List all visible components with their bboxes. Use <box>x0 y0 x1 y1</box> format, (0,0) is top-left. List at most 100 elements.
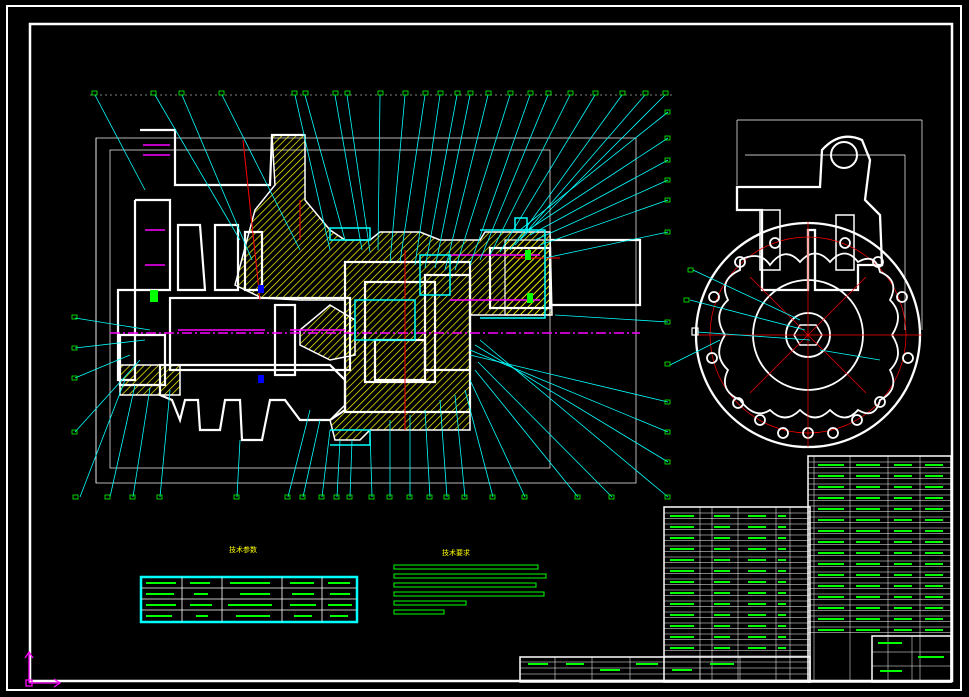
table-cell-text <box>856 607 880 609</box>
table-cell-text <box>778 581 786 583</box>
table-cell-text <box>670 570 694 572</box>
table-cell-text <box>778 625 786 627</box>
table-cell-text <box>778 647 786 649</box>
table-cell-text <box>818 530 844 532</box>
table-cell-text <box>748 592 766 594</box>
table-cell-text <box>818 541 844 543</box>
table-cell-text <box>856 629 880 631</box>
table-cell-text <box>894 552 912 554</box>
table-cell-text <box>856 596 880 598</box>
table-cell-text <box>925 607 943 609</box>
table-cell-text <box>818 464 844 466</box>
table-cell-text <box>925 486 943 488</box>
table-cell-text <box>894 497 912 499</box>
table-cell-text <box>894 629 912 631</box>
table-cell-text <box>818 585 844 587</box>
table-cell-text <box>856 530 880 532</box>
table-cell-text <box>818 607 844 609</box>
table-cell-text <box>672 669 692 671</box>
table-cell-text <box>778 515 786 517</box>
table-cell-text <box>925 519 943 521</box>
table-cell-text <box>670 537 694 539</box>
table-cell-text <box>818 596 844 598</box>
table-cell-text <box>714 548 730 550</box>
table-cell-text <box>894 475 912 477</box>
table-cell-text <box>925 596 943 598</box>
table-cell-text <box>925 563 943 565</box>
table-cell-text <box>670 526 694 528</box>
table-cell-text <box>714 603 730 605</box>
parts-list-table <box>519 455 952 683</box>
cad-drawing <box>6 5 962 691</box>
table-cell-text <box>778 526 786 528</box>
side-view <box>664 119 923 449</box>
technical-requirements-text <box>393 564 547 615</box>
table-cell-text <box>670 548 694 550</box>
table-cell-text <box>894 541 912 543</box>
table-cell-text <box>856 552 880 554</box>
table-cell-text <box>894 519 912 521</box>
parameters-table <box>139 575 359 624</box>
table-cell-text <box>925 574 943 576</box>
table-cell-text <box>856 574 880 576</box>
table-cell-text <box>856 475 880 477</box>
table-cell-text <box>925 464 943 466</box>
table-cell-text <box>748 625 766 627</box>
table-cell-text <box>818 497 844 499</box>
table-cell-text <box>925 585 943 587</box>
table-cell-text <box>778 603 786 605</box>
table-cell-text <box>778 570 786 572</box>
table-cell-text <box>818 574 844 576</box>
table-cell-text <box>925 497 943 499</box>
table-cell-text <box>600 669 620 671</box>
table-cell-text <box>856 541 880 543</box>
table-cell-text <box>925 629 943 631</box>
table-cell-text <box>670 559 694 561</box>
table-cell-text <box>818 519 844 521</box>
table-cell-text <box>714 592 730 594</box>
table-cell-text <box>894 563 912 565</box>
table-cell-text <box>925 530 943 532</box>
table-cell-text <box>856 585 880 587</box>
table-cell-text <box>894 508 912 510</box>
table-cell-text <box>714 526 730 528</box>
table-cell-text <box>714 537 730 539</box>
table-cell-text <box>818 486 844 488</box>
table-cell-text <box>818 475 844 477</box>
table-cell-text <box>748 636 766 638</box>
table-cell-text <box>925 475 943 477</box>
table-cell-text <box>778 548 786 550</box>
table-cell-text <box>856 486 880 488</box>
table-cell-text <box>856 497 880 499</box>
table-cell-text <box>714 570 730 572</box>
table-cell-text <box>748 515 766 517</box>
table-cell-text <box>818 618 844 620</box>
table-cell-text <box>778 592 786 594</box>
table-cell-text <box>894 585 912 587</box>
table-cell-text <box>714 636 730 638</box>
table-cell-text <box>714 559 730 561</box>
table-cell-text <box>636 663 658 665</box>
table-cell-text <box>778 559 786 561</box>
table-cell-text <box>748 570 766 572</box>
table-cell-text <box>528 663 548 665</box>
technical-requirements-title: 技术要求 <box>442 549 470 557</box>
table-cell-text <box>918 656 944 658</box>
table-cell-text <box>894 618 912 620</box>
table-cell-text <box>818 508 844 510</box>
table-cell-text <box>714 625 730 627</box>
table-cell-text <box>878 642 902 644</box>
table-cell-text <box>748 614 766 616</box>
table-cell-text <box>670 581 694 583</box>
table-cell-text <box>710 663 734 665</box>
table-cell-text <box>818 629 844 631</box>
parameters-table-title: 技术参数 <box>229 546 257 554</box>
table-cell-text <box>856 563 880 565</box>
table-cell-text <box>894 464 912 466</box>
table-cell-text <box>894 574 912 576</box>
table-cell-text <box>670 614 694 616</box>
table-cell-text <box>925 552 943 554</box>
table-cell-text <box>748 548 766 550</box>
table-cell-text <box>566 663 584 665</box>
bolt-holes <box>706 237 914 439</box>
